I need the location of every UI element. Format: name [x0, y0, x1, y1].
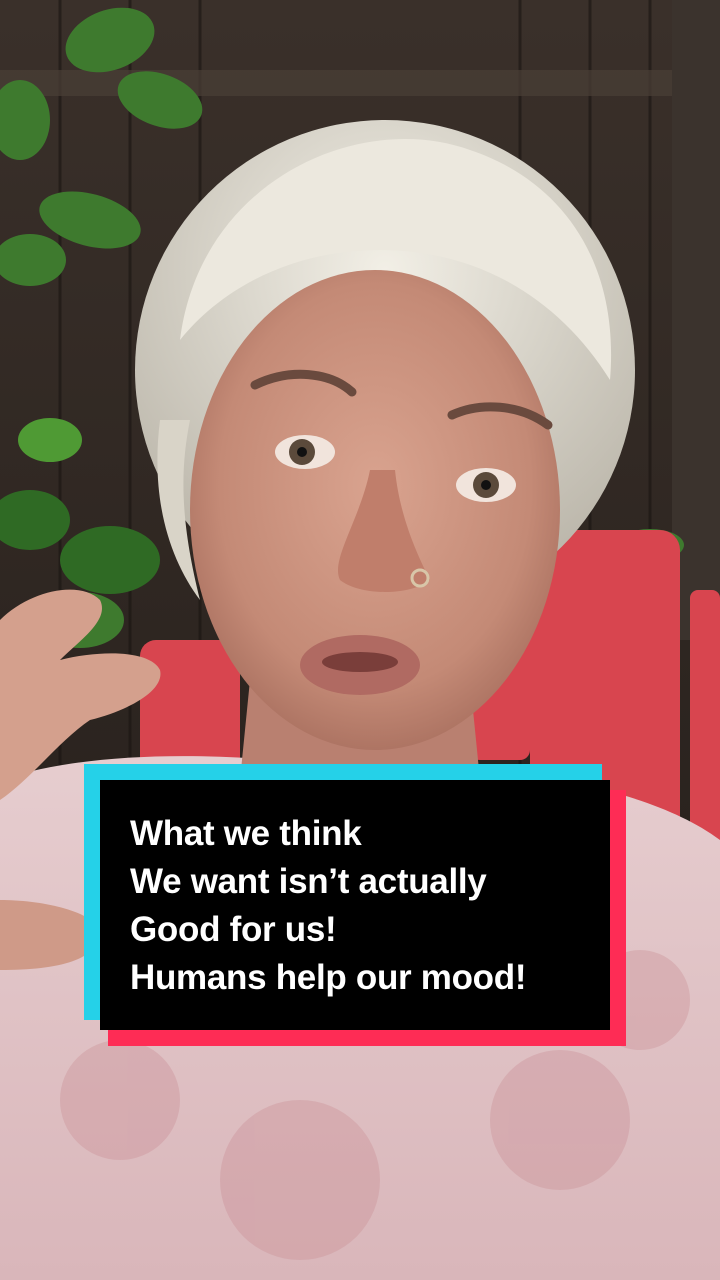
caption-line-3: Good for us!: [130, 910, 337, 949]
caption-line-4: Humans help our mood!: [130, 958, 527, 997]
caption-box: What we think We want isn’t actually Goo…: [100, 780, 610, 1030]
caption-line-2: We want isn’t actually: [130, 862, 487, 901]
caption-line-1: What we think: [130, 814, 362, 853]
video-frame[interactable]: [0, 0, 720, 1280]
video-background: [0, 0, 720, 1280]
